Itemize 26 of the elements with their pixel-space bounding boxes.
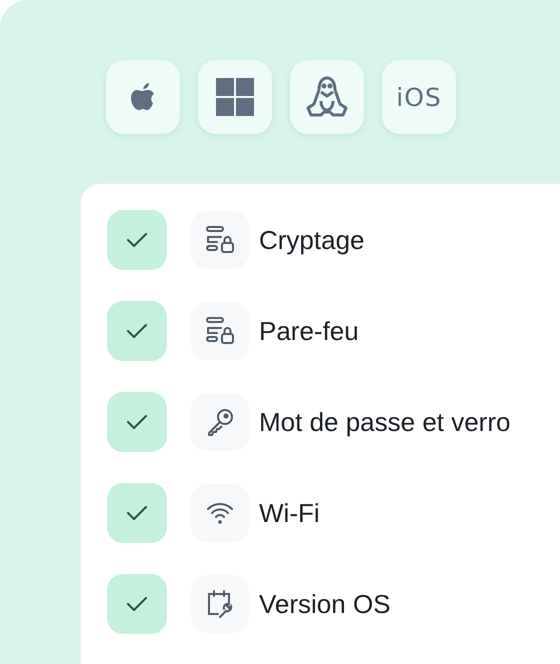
check-icon: [126, 232, 148, 248]
key-icon: [205, 407, 235, 437]
list-lock-icon: [205, 225, 235, 255]
checkbox[interactable]: [107, 574, 167, 634]
list-lock-icon: [205, 316, 235, 346]
check-icon: [126, 323, 148, 339]
checkbox[interactable]: [107, 210, 167, 270]
wifi-icon: [206, 501, 234, 525]
check-icon: [126, 414, 148, 430]
check-label: Cryptage: [259, 224, 364, 256]
checkbox[interactable]: [107, 301, 167, 361]
check-icon: [126, 596, 148, 612]
platform-button[interactable]: [198, 60, 272, 134]
check-label: Version OS: [259, 588, 391, 620]
check-label: Pare-feu: [259, 316, 359, 346]
platform-button[interactable]: [106, 60, 180, 134]
windows-icon: [216, 78, 254, 116]
ios-button[interactable]: iOS: [382, 60, 456, 134]
calendar-wrench-icon: [206, 589, 234, 619]
apple-icon: [130, 81, 156, 113]
check-icon: [126, 505, 148, 521]
platform-button[interactable]: [290, 60, 364, 134]
check-label: Mot de passe et verro: [259, 406, 510, 438]
check-label: Wi-Fi: [259, 498, 320, 528]
checkbox[interactable]: [107, 392, 167, 452]
checkbox[interactable]: [107, 483, 167, 543]
